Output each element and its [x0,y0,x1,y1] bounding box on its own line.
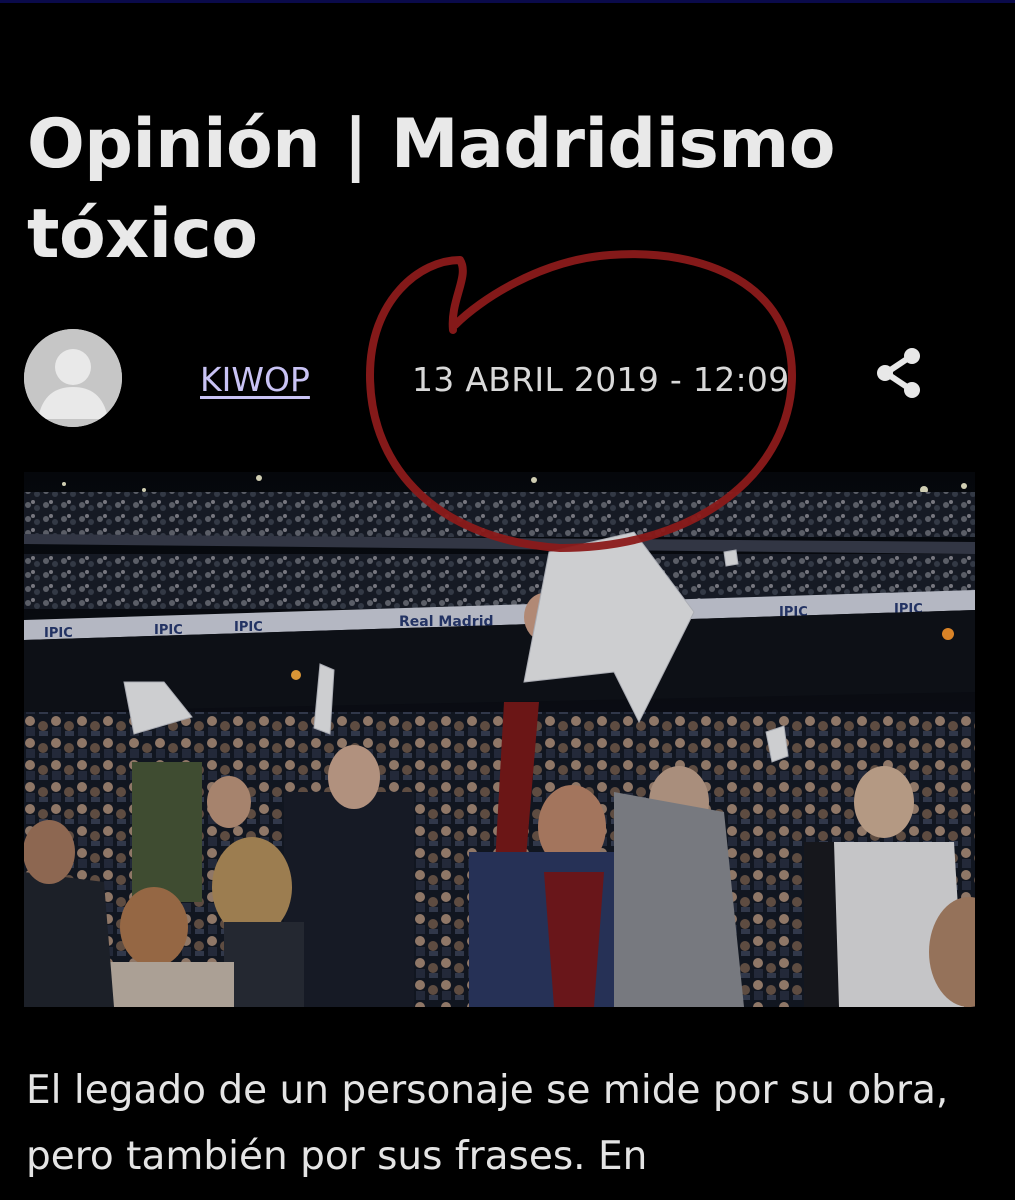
share-icon[interactable] [872,345,928,401]
user-placeholder-icon[interactable] [24,329,122,427]
article-lead-paragraph: El legado de un personaje se mide por su… [26,1068,949,1179]
article-title: Opinión | Madridismo tóxico [27,105,835,274]
article-hero-image: IPIC IPIC IPIC Real Madrid IPIC IPIC [24,472,975,1007]
author-link[interactable]: KIWOP [200,360,310,400]
article-page: Opinión | Madridismo tóxico KIWOP 13 ABR… [0,0,1015,1200]
top-edge [0,0,1015,3]
publish-date: 13 ABRIL 2019 - 12:09 [412,360,790,399]
